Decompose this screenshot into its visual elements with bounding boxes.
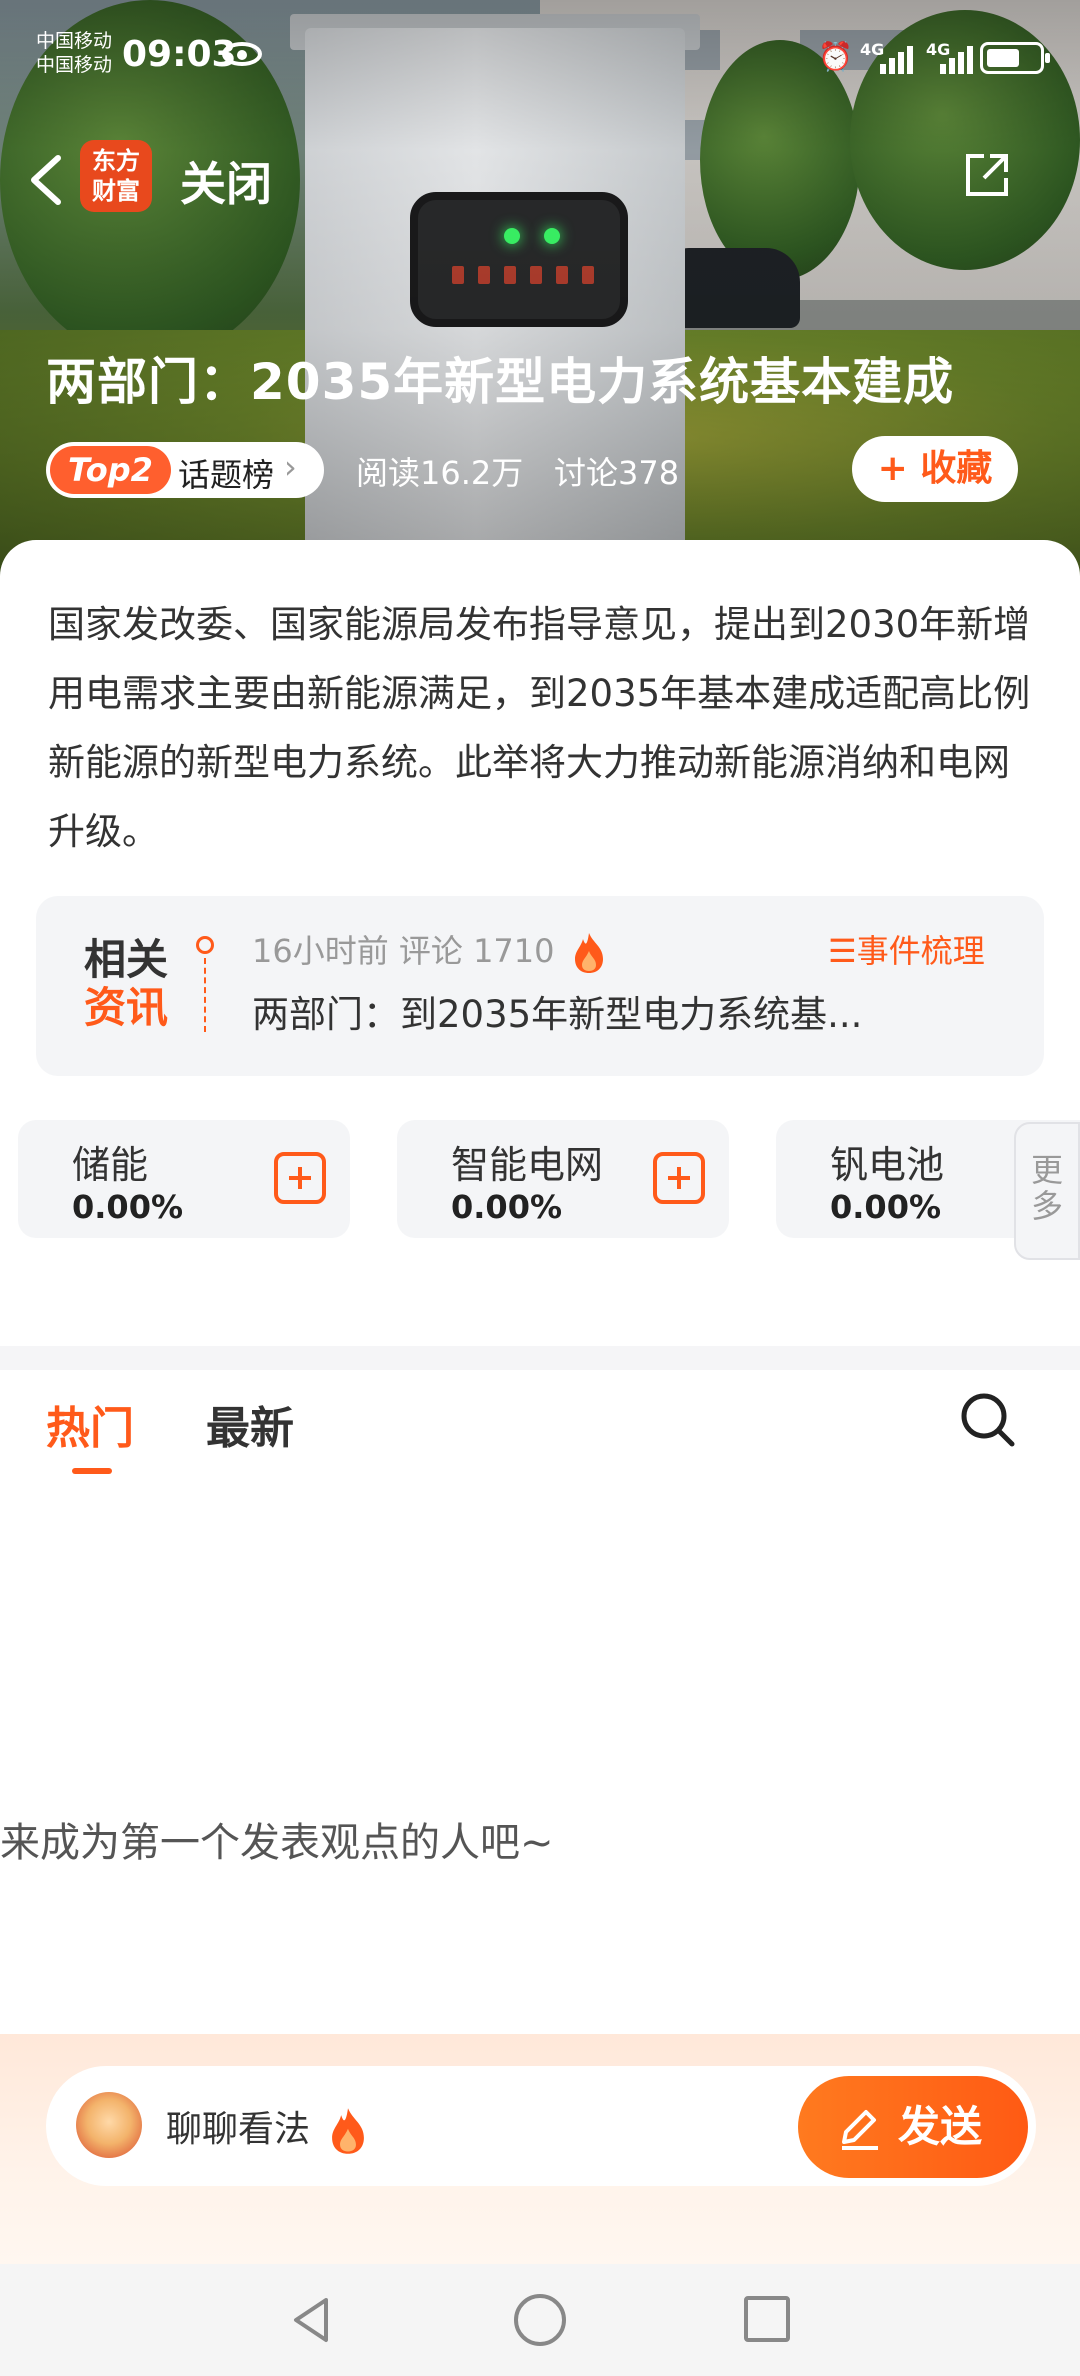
timeline-line: [204, 958, 206, 1032]
clock: 09:03: [122, 34, 237, 75]
concept-chip[interactable]: 智能电网 0.00%: [397, 1120, 729, 1238]
related-meta: 16小时前 评论 1710: [252, 926, 607, 975]
more-concepts-button[interactable]: 更多: [1014, 1122, 1080, 1260]
add-watchlist-icon[interactable]: [274, 1152, 326, 1204]
rank-badge: Top2: [50, 446, 171, 494]
read-count: 阅读16.2万: [356, 454, 524, 492]
rank-label: 话题榜: [178, 456, 275, 494]
send-button[interactable]: 发送: [798, 2076, 1028, 2178]
empty-state-text: 来成为第一个发表观点的人吧~: [0, 1820, 554, 1866]
related-tag: 相关 资讯: [84, 935, 169, 1032]
comment-composer[interactable]: 聊聊看法 发送: [46, 2066, 1036, 2186]
section-divider: [0, 1346, 1080, 1370]
add-watchlist-icon[interactable]: [653, 1152, 705, 1204]
carrier-label: 中国移动: [36, 54, 113, 76]
active-tab-indicator: [72, 1468, 112, 1474]
share-icon[interactable]: [962, 150, 1012, 200]
timeline-dot: [196, 936, 214, 954]
related-headline[interactable]: 两部门：到2035年新型电力系统基...: [252, 984, 862, 1038]
signal-icon: [940, 46, 973, 74]
discussion-count: 讨论378: [554, 454, 680, 492]
concept-chips: 储能 0.00% 智能电网 0.00% 钒电池 0.00%: [0, 1120, 1080, 1260]
comment-input[interactable]: 聊聊看法: [166, 2100, 369, 2156]
nav-recents-icon[interactable]: [744, 2296, 790, 2342]
avatar: [76, 2092, 142, 2158]
event-timeline-link[interactable]: ☰事件梳理: [828, 926, 985, 972]
fire-icon: [574, 933, 603, 973]
system-nav-bar: [0, 2264, 1080, 2376]
pen-icon: [842, 2110, 878, 2150]
battery-icon: [980, 42, 1050, 74]
fire-icon: [332, 2108, 365, 2154]
signal-icon: [880, 46, 913, 74]
app-logo: 东方 财富: [80, 140, 152, 212]
tab-hot[interactable]: 热门: [46, 1392, 134, 1456]
concept-chip[interactable]: 储能 0.00%: [18, 1120, 350, 1238]
back-arrow-icon[interactable]: [22, 150, 72, 210]
topic-rank-pill[interactable]: Top2 话题榜 ›: [46, 442, 324, 498]
tab-latest[interactable]: 最新: [206, 1392, 294, 1456]
search-icon[interactable]: [958, 1390, 1018, 1450]
close-button[interactable]: 关闭: [180, 148, 272, 214]
eye-icon: [222, 42, 262, 66]
topic-summary: 国家发改委、国家能源局发布指导意见，提出到2030年新增用电需求主要由新能源满足…: [48, 603, 1031, 853]
nav-home-icon[interactable]: [514, 2294, 566, 2346]
favorite-button[interactable]: + 收藏: [852, 436, 1018, 502]
alarm-icon: ⏰: [818, 40, 853, 73]
nav-back-icon[interactable]: [286, 2294, 338, 2346]
content-card: 国家发改委、国家能源局发布指导意见，提出到2030年新增用电需求主要由新能源满足…: [0, 540, 1080, 2040]
chevron-right-icon: ›: [284, 448, 297, 486]
related-news-card[interactable]: 相关 资讯 16小时前 评论 1710 两部门：到2035年新型电力系统基...…: [36, 896, 1044, 1076]
topic-title: 两部门：2035年新型电力系统基本建成: [46, 353, 955, 411]
carrier-label: 中国移动: [36, 30, 113, 52]
status-bar: 中国移动 中国移动 09:03 ⏰ 4G 4G: [0, 0, 1080, 120]
